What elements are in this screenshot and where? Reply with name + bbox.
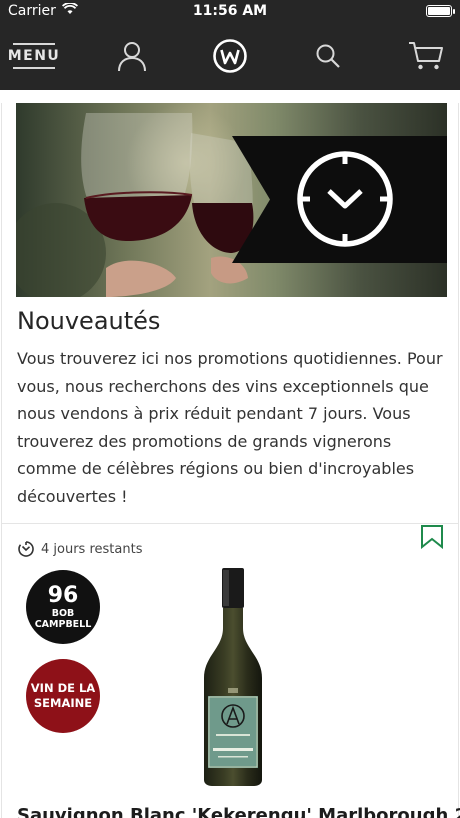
product-name[interactable]: Sauvignon Blanc 'Kekerengu' Marlborough … xyxy=(17,805,460,818)
logo-w-icon xyxy=(213,39,247,73)
menu-label: MENU xyxy=(7,48,61,64)
content-scroll-area[interactable]: Nouveautés Vous trouverez ici nos promot… xyxy=(0,90,460,818)
bookmark-button[interactable] xyxy=(420,525,444,553)
promo-ribbon xyxy=(232,136,447,263)
menu-bottom-rule xyxy=(13,67,55,69)
promo-description: Vous trouverez ici nos promotions quotid… xyxy=(17,349,443,506)
user-icon xyxy=(118,42,146,72)
badge-line2: SEMAINE xyxy=(33,696,93,710)
rating-score: 96 xyxy=(47,583,79,608)
promo-hero-image xyxy=(16,103,447,297)
time-remaining-label: 4 jours restants xyxy=(41,541,143,557)
rating-source-line1: BOB xyxy=(51,608,75,619)
search-button[interactable] xyxy=(306,34,350,78)
rating-source-line2: CAMPBELL xyxy=(34,619,92,630)
status-left: Carrier xyxy=(8,2,78,19)
cart-button[interactable] xyxy=(404,34,448,78)
account-button[interactable] xyxy=(110,34,154,78)
badge-line1: VIN DE LA xyxy=(30,681,96,695)
promo-title: Nouveautés xyxy=(17,307,161,335)
home-logo-button[interactable] xyxy=(208,34,252,78)
rating-badge: 96 BOB CAMPBELL xyxy=(26,570,100,644)
time-remaining: 4 jours restants xyxy=(17,540,142,558)
wifi-icon xyxy=(61,2,78,19)
search-icon xyxy=(316,44,340,68)
top-nav-bar: MENU xyxy=(0,22,460,90)
cart-icon xyxy=(409,42,443,70)
bookmark-icon xyxy=(421,525,443,550)
battery-icon xyxy=(426,5,455,17)
wine-of-the-week-badge: VIN DE LA SEMAINE xyxy=(26,659,100,733)
promo-card: Nouveautés Vous trouverez ici nos promot… xyxy=(1,103,460,818)
status-bar: Carrier 11:56 AM xyxy=(0,0,460,22)
carrier-label: Carrier xyxy=(8,3,56,19)
product-card[interactable]: 4 jours restants 96 BOB CAMPBELL VIN DE … xyxy=(2,524,460,818)
wine-bottle-image[interactable] xyxy=(188,568,278,786)
timer-icon xyxy=(18,541,34,557)
menu-button[interactable]: MENU xyxy=(8,34,59,78)
